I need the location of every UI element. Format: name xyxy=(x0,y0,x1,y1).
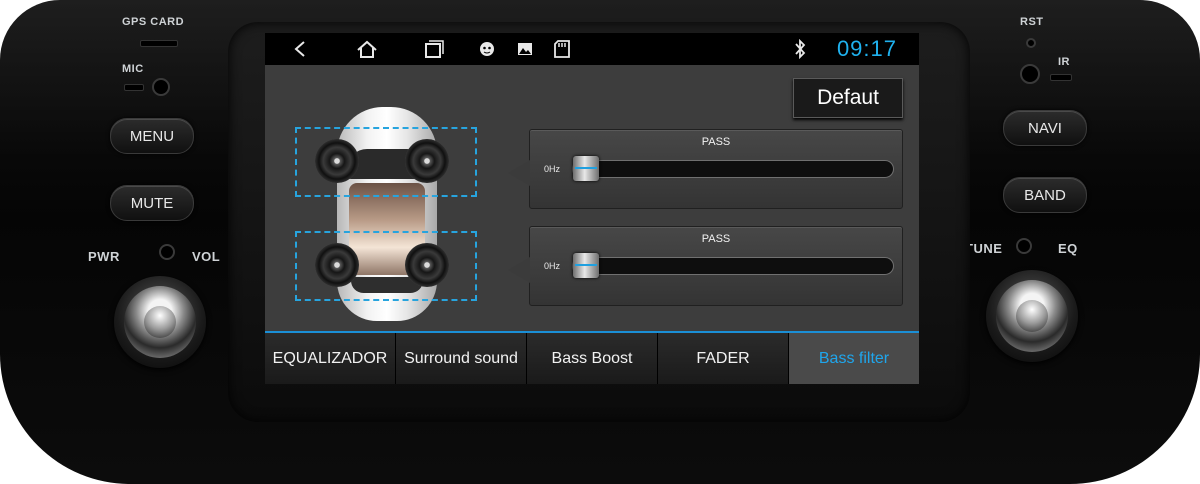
pwr-label: PWR xyxy=(88,249,120,264)
car-speaker-diagram xyxy=(295,103,485,328)
rear-filter-slider-handle[interactable] xyxy=(573,253,599,278)
panel-pointer xyxy=(508,160,530,186)
reset-hole[interactable] xyxy=(1026,38,1036,48)
tune-indicator xyxy=(1016,238,1032,254)
front-filter-slider-track[interactable] xyxy=(572,160,894,178)
vol-label: VOL xyxy=(192,249,221,264)
tune-knob-cap xyxy=(1016,300,1048,332)
tune-knob[interactable] xyxy=(986,270,1078,362)
navi-button[interactable]: NAVI xyxy=(1003,110,1087,146)
eq-label: EQ xyxy=(1058,241,1078,256)
tab-equalizador[interactable]: EQUALIZADOR xyxy=(265,333,396,384)
sd-card-slot[interactable] xyxy=(140,40,178,47)
rear-filter-panel: PASS 0Hz xyxy=(508,226,903,306)
tune-knob-ring xyxy=(996,280,1068,352)
ir-label: IR xyxy=(1058,56,1070,68)
tab-bass-boost[interactable]: Bass Boost xyxy=(527,333,658,384)
volume-knob-cap xyxy=(144,306,176,338)
rear-filter-slider-track[interactable] xyxy=(572,257,894,275)
ir-sensor xyxy=(1020,64,1040,84)
volume-knob-ring xyxy=(124,286,196,358)
pwr-indicator xyxy=(159,244,175,260)
mic-label: MIC xyxy=(122,63,144,75)
filter-frequency-label: 0Hz xyxy=(544,164,561,174)
image-icon xyxy=(512,37,538,61)
filter-type-label: PASS xyxy=(701,233,731,245)
back-icon[interactable] xyxy=(287,37,313,61)
rear-right-speaker-icon xyxy=(405,243,449,287)
front-filter-panel: PASS 0Hz xyxy=(508,129,903,209)
tab-fader[interactable]: FADER xyxy=(658,333,789,384)
rst-label: RST xyxy=(1020,16,1044,28)
band-button[interactable]: BAND xyxy=(1003,177,1087,213)
rear-left-speaker-icon xyxy=(315,243,359,287)
tab-surround-sound[interactable]: Surround sound xyxy=(396,333,527,384)
home-icon[interactable] xyxy=(354,37,380,61)
ir-slot xyxy=(1050,74,1072,81)
tune-label: TUNE xyxy=(965,241,1003,256)
default-button[interactable]: Defaut xyxy=(793,78,903,118)
android-icon xyxy=(474,37,500,61)
audio-settings-tabbar: EQUALIZADOR Surround sound Bass Boost FA… xyxy=(265,331,919,384)
tab-bass-filter[interactable]: Bass filter xyxy=(789,333,919,384)
touchscreen: 09:17 Defaut PASS 0Hz PASS 0Hz EQUALIZAD… xyxy=(265,33,919,384)
filter-type-label: PASS xyxy=(701,136,731,148)
slider-handle-line xyxy=(575,167,597,169)
front-right-speaker-icon xyxy=(405,139,449,183)
recent-apps-icon[interactable] xyxy=(421,37,447,61)
bluetooth-icon xyxy=(787,37,813,61)
sd-card-icon xyxy=(549,37,575,61)
panel-pointer xyxy=(508,257,530,283)
filter-frequency-label: 0Hz xyxy=(544,261,561,271)
menu-button[interactable]: MENU xyxy=(110,118,194,154)
mute-button[interactable]: MUTE xyxy=(110,185,194,221)
status-bar: 09:17 xyxy=(265,33,919,65)
mic-slot xyxy=(124,84,144,91)
volume-knob[interactable] xyxy=(114,276,206,368)
gps-card-label: GPS CARD xyxy=(122,16,185,28)
front-left-speaker-icon xyxy=(315,139,359,183)
slider-handle-line xyxy=(575,264,597,266)
head-unit: GPS CARD MIC MENU MUTE PWR VOL RST IR NA… xyxy=(0,0,1200,484)
clock: 09:17 xyxy=(836,36,897,61)
front-filter-slider-handle[interactable] xyxy=(573,156,599,181)
mic-hole xyxy=(152,78,170,96)
